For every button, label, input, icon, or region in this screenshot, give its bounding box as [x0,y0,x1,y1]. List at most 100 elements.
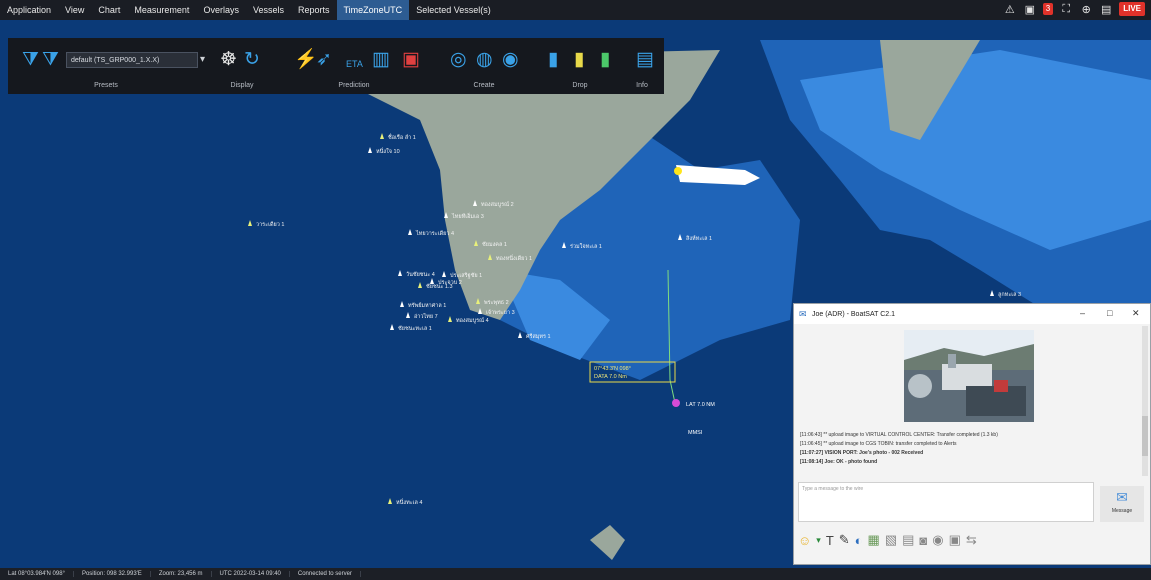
alert-button[interactable]: LIVE [1119,2,1145,16]
track-icon[interactable]: ⚡ [294,50,318,70]
status-bar: Lat 08°03.984′N 098° Position: 098 32.99… [0,568,1151,580]
menu-measurement[interactable]: Measurement [127,0,196,20]
vessel-label: เจ้าพระยา 3 [486,309,515,316]
drop-yellow-icon[interactable]: ▮ [574,50,584,70]
menu-selected-vessels[interactable]: Selected Vessel(s) [409,0,498,20]
vessel-label: ทองสมบูรณ์ 4 [456,317,489,324]
cursor-label: LAT 7.0 NM [686,402,715,408]
shared-photo[interactable] [904,330,1034,422]
chat-scrollbar[interactable] [1142,326,1148,476]
warning-icon[interactable]: ⚠ [1003,2,1017,16]
refresh-icon[interactable]: ↻ [244,50,260,70]
cursor-marker[interactable] [672,399,680,407]
voice-icon[interactable]: ◉ [932,532,943,548]
image-icon[interactable]: ▦ [868,532,880,548]
drop-blue-icon[interactable]: ▮ [548,50,558,70]
info-icon[interactable]: ▤ [636,50,654,70]
create-region-icon[interactable]: ◉ [502,50,519,70]
font-icon[interactable]: T [826,533,834,548]
vessel-label: วันชัยชนะ 4 [406,271,435,278]
chat-message: [11:06:45] ** upload image to CGS TOBIN:… [800,441,957,447]
chat-app-icon: ✉ [799,309,807,319]
create-area-icon[interactable]: ◎ [450,50,467,70]
send-message-button[interactable]: ✉ Message [1100,486,1144,522]
statistics-icon[interactable]: ▥ [372,50,390,70]
toolbar-right: ⚠ ▣ 3 ⛶ ⊕ ▤ LIVE [1003,2,1145,16]
drop-green-icon[interactable]: ▮ [600,50,610,70]
scrollbar-thumb[interactable] [1142,416,1148,456]
menu-timezone[interactable]: TimeZoneUTC [336,0,410,20]
target-box-line1: 07°43.3′N 098° [594,366,631,372]
vessel-label: ไทยทีเอ็มเอ 3 [451,212,484,220]
vessel-label: สิงห์ทะเล 1 [685,235,712,242]
selected-vessel-marker[interactable] [674,167,682,175]
share-icon[interactable]: ⇆ [966,532,977,548]
fullscreen-icon[interactable]: ⛶ [1059,2,1073,16]
notification-badge[interactable]: 3 [1042,3,1054,15]
vessel-label: วาระเดียว 1 [256,221,284,228]
status-position: Position: 098 32.993′E [74,571,151,577]
camera-icon[interactable]: ◙ [919,533,927,548]
vessel-label: ทองสมบูรณ์ 2 [481,201,514,208]
chat-message: [11:08:14] Joe: OK - photo found [800,459,878,465]
menu-application[interactable]: Application [0,0,58,20]
vessel-label: ชัยมงคล 1 [482,241,507,248]
ribbon-toolbar: ⧩ ⧩ default (TS_GRP000_1.X.X) ▾ ☸ ↻ ⚡ ➶ … [8,38,664,94]
wink-icon[interactable]: ◐ [855,533,863,548]
menu-reports[interactable]: Reports [291,0,337,20]
chat-toolbar: ☺ ▾ T ✎ ◐ ▦ ▧ ▤ ◙ ◉ ▣ ⇆ [798,528,977,552]
group-label-drop: Drop [572,82,588,89]
vessel-label: ประเสริฐชัย 1 [450,272,482,279]
group-label-info: Info [636,82,648,89]
close-icon[interactable]: ✕ [1132,308,1140,319]
vessel-label: พระพุทธ 2 [484,299,509,306]
vessel-label: หนึ่งใจ 10 [376,147,400,155]
maximize-icon[interactable]: □ [1107,308,1112,318]
group-label-prediction: Prediction [338,82,370,89]
vessel-label: หนึ่งทะเล 4 [396,498,423,506]
vessel-label: ร่วมใจทะเล 1 [570,243,602,250]
vessel-alert-icon[interactable]: ▣ [402,50,420,70]
send-icon: ✉ [1116,489,1128,505]
dropdown-icon[interactable]: ▾ [816,535,821,546]
group-label-display: Display [230,82,254,89]
status-connection: Connected to server [290,571,361,577]
chat-window: ✉ Joe (ADR) - BoatSAT C2.1 – □ ✕ [11:06:… [793,303,1151,565]
create-point-icon[interactable]: ◍ [476,50,493,70]
filter-advanced-icon[interactable]: ⧩ [42,50,59,70]
filter-icon[interactable]: ⧩ [22,50,39,70]
vessel-label: ศรีสมุทร 1 [526,333,551,340]
group-label-presets: Presets [94,82,118,89]
vessel-label: ลูกทะเล 3 [998,292,1021,298]
gift-icon[interactable]: ▧ [885,532,897,548]
chat-icon[interactable]: ▤ [1099,2,1113,16]
emoji-icon[interactable]: ☺ [798,533,811,548]
menu-view[interactable]: View [58,0,91,20]
predict-route-icon[interactable]: ➶ [316,50,332,70]
file-icon[interactable]: ▤ [902,532,914,548]
vessel-label: ชัยชนะทะเล 1 [398,325,432,332]
menu-bar: Application View Chart Measurement Overl… [0,0,1151,20]
vessel-label: ทองหนึ่งเดียว 1 [496,254,532,262]
menu-chart[interactable]: Chart [91,0,127,20]
nudge-icon[interactable]: ✎ [839,532,850,548]
globe-icon[interactable]: ⊕ [1079,2,1093,16]
eta-icon[interactable]: ETA [346,54,363,74]
target-box-line2: DATA 7.0 Nm [594,374,627,380]
chat-message-input[interactable]: Type a message to the wire [798,482,1094,522]
vessel-label: ทรัพย์มหาศาล 1 [408,302,446,309]
group-label-create: Create [473,82,495,89]
status-time: UTC 2022-03-14 09:40 [212,571,290,577]
game-icon[interactable]: ▣ [949,532,961,548]
menu-overlays[interactable]: Overlays [196,0,246,20]
preset-dropdown-icon[interactable]: ▾ [200,50,205,70]
status-zoom: Zoom: 23,456 m [151,571,212,577]
vessel-label: อ่าวไทย 7 [414,313,438,320]
monitor-icon[interactable]: ▣ [1023,2,1037,16]
preset-select[interactable]: default (TS_GRP000_1.X.X) [66,52,198,68]
chat-title: Joe (ADR) - BoatSAT C2.1 [812,310,895,318]
minimize-icon[interactable]: – [1080,308,1085,318]
camera-icon[interactable]: ☸ [220,50,237,70]
send-button-label: Message [1111,508,1133,514]
menu-vessels[interactable]: Vessels [246,0,291,20]
